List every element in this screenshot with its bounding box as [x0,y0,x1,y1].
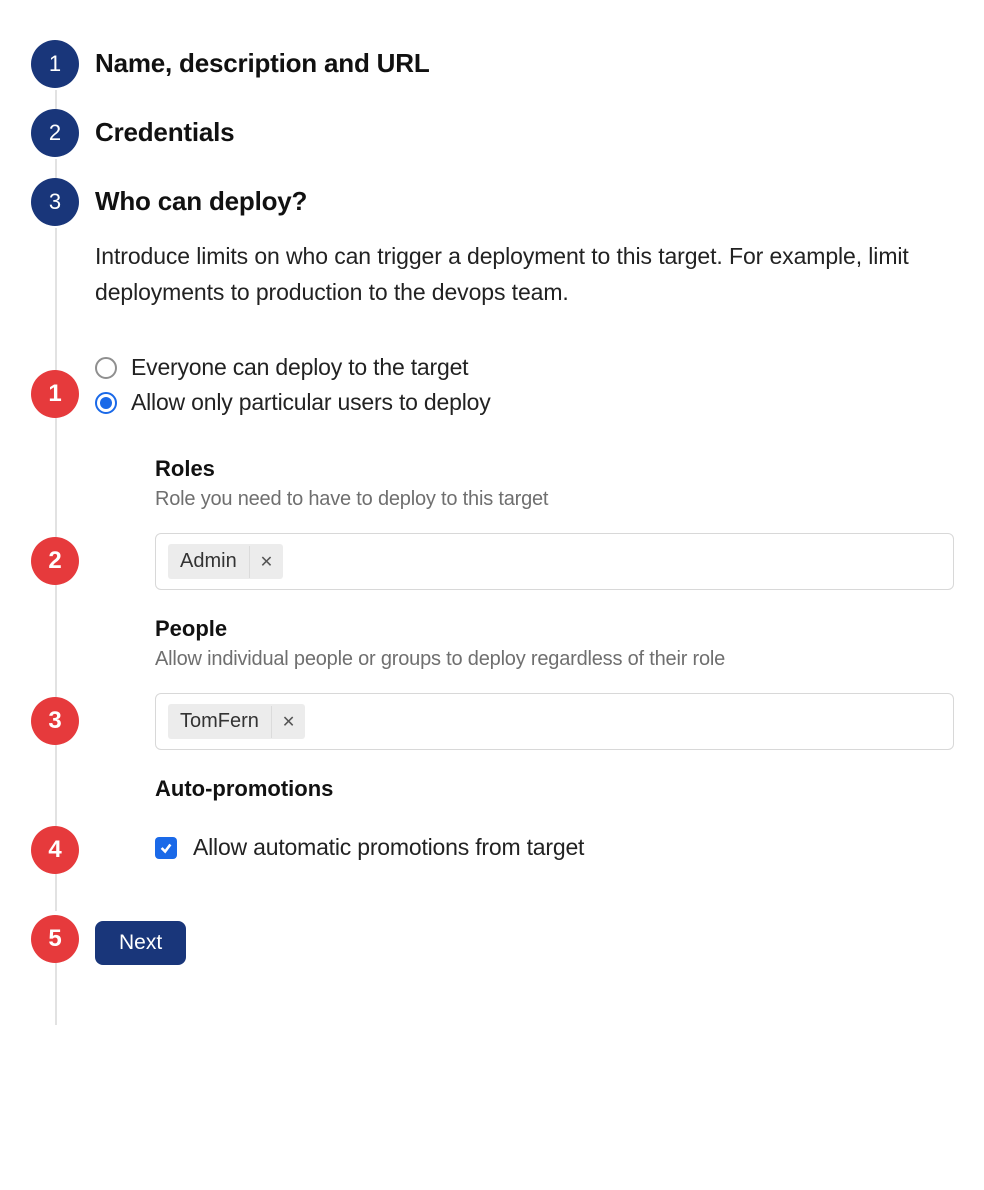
callout-step-roles-heading: Roles Role you need to have to deploy to… [25,456,954,533]
role-tag-chip: Admin ✕ [168,544,283,579]
radio-group: Everyone can deploy to the target Allow … [95,350,954,436]
person-tag-label: TomFern [168,704,271,739]
step-number-badge-2: 2 [31,109,79,157]
wizard-stepper: 1 Name, description and URL 2 Credential… [25,40,954,1005]
auto-promotions-checkbox-label: Allow automatic promotions from target [193,834,584,861]
remove-role-tag-button[interactable]: ✕ [249,546,283,578]
radio-icon-selected [95,392,117,414]
wizard-step-2: 2 Credentials [25,109,954,178]
step-title-1: Name, description and URL [95,40,954,109]
remove-person-tag-button[interactable]: ✕ [271,706,305,738]
callout-badge-3: 3 [31,697,79,745]
radio-label-particular: Allow only particular users to deploy [131,389,491,416]
checkbox-checked-icon [155,837,177,859]
callout-stepper: 1 Everyone can deploy to the target Allo… [25,350,954,901]
callout-step-2: 2 Admin ✕ [25,533,954,612]
roles-heading: Roles [155,456,954,482]
step-title-2: Credentials [95,109,954,178]
auto-promotions-checkbox-row[interactable]: Allow automatic promotions from target [155,826,954,861]
roles-subheading: Role you need to have to deploy to this … [155,488,954,511]
radio-label-everyone: Everyone can deploy to the target [131,354,468,381]
callout-step-4: 4 Allow automatic promotions from target [25,826,954,901]
callout-step-auto-heading: Auto-promotions [25,776,954,826]
step-description: Introduce limits on who can trigger a de… [95,239,954,310]
callout-badge-5: 5 [31,915,79,963]
step-title-3: Who can deploy? [95,178,954,247]
radio-icon [95,357,117,379]
step-number-badge-3: 3 [31,178,79,226]
callout-badge-2: 2 [31,537,79,585]
callout-badge-1: 1 [31,370,79,418]
wizard-step-1: 1 Name, description and URL [25,40,954,109]
people-tag-input[interactable]: TomFern ✕ [155,693,954,750]
radio-everyone[interactable]: Everyone can deploy to the target [95,350,954,385]
callout-badge-4: 4 [31,826,79,874]
callout-step-people-heading: People Allow individual people or groups… [25,616,954,693]
wizard-footer: 5 Next [25,901,954,1005]
people-heading: People [155,616,954,642]
callout-connector [55,876,57,891]
callout-step-3: 3 TomFern ✕ [25,693,954,772]
step-number-badge-1: 1 [31,40,79,88]
next-button[interactable]: Next [95,921,186,965]
callout-step-1: 1 Everyone can deploy to the target Allo… [25,350,954,436]
callout-connector [55,616,57,703]
person-tag-chip: TomFern ✕ [168,704,305,739]
role-tag-label: Admin [168,544,249,579]
roles-tag-input[interactable]: Admin ✕ [155,533,954,590]
people-subheading: Allow individual people or groups to dep… [155,648,954,671]
callout-connector [55,456,57,543]
stepper-connector [55,961,57,1025]
radio-particular[interactable]: Allow only particular users to deploy [95,385,954,420]
auto-promotions-heading: Auto-promotions [155,776,954,802]
wizard-step-3: 3 Who can deploy? Introduce limits on wh… [25,178,954,901]
